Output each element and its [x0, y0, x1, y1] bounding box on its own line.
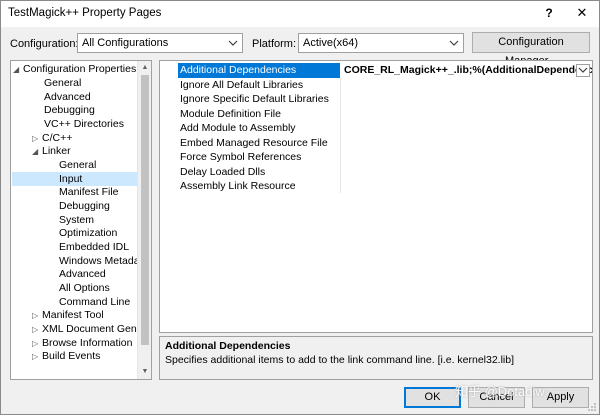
description-text: Specifies additional items to add to the… — [165, 354, 515, 366]
tree-item-linker-input[interactable]: Input — [12, 172, 138, 186]
tree-item-browse-information[interactable]: ▷ Browse Information — [32, 336, 132, 350]
grid-row[interactable]: Add Module to Assembly — [160, 121, 592, 136]
grid-row[interactable]: Delay Loaded Dlls — [160, 165, 592, 180]
scroll-up-icon[interactable]: ▲ — [138, 62, 151, 74]
configuration-value: All Configurations — [82, 37, 169, 49]
tree-item-all-options[interactable]: All Options — [59, 281, 110, 295]
grid-row[interactable]: Ignore All Default Libraries — [160, 78, 592, 93]
tree-item-linker[interactable]: ◢ Linker — [32, 144, 71, 158]
configuration-manager-button[interactable]: Configuration Manager... — [472, 32, 590, 67]
chevron-down-icon — [228, 40, 238, 46]
property-value[interactable] — [342, 92, 592, 107]
property-value[interactable] — [342, 121, 592, 136]
property-value[interactable]: CORE_RL_Magick++_.lib;%(AdditionalDepend… — [342, 63, 592, 78]
grid-row[interactable]: Force Symbol References — [160, 150, 592, 165]
expand-arrow-icon[interactable]: ▷ — [32, 350, 42, 364]
tree-item-command-line[interactable]: Command Line — [59, 295, 130, 309]
window-title: TestMagick++ Property Pages — [8, 7, 162, 19]
tree-item-linker-debugging[interactable]: Debugging — [59, 199, 110, 213]
title-bar: TestMagick++ Property Pages ? ✕ — [1, 1, 599, 27]
chevron-down-icon — [449, 40, 459, 46]
value-dropdown-button[interactable] — [576, 64, 590, 77]
property-tree: ◢ Configuration Properties General Advanc… — [10, 60, 152, 380]
tree-item-embedded-idl[interactable]: Embedded IDL — [59, 240, 129, 254]
property-name: Force Symbol References — [180, 151, 302, 163]
grid-row[interactable]: Ignore Specific Default Libraries — [160, 92, 592, 107]
configuration-label: Configuration: — [10, 38, 79, 50]
platform-label: Platform: — [252, 38, 297, 50]
grid-row[interactable]: Embed Managed Resource File — [160, 136, 592, 151]
description-title: Additional Dependencies — [165, 340, 291, 352]
property-value[interactable] — [342, 107, 592, 122]
tree-item-configuration-properties[interactable]: ◢ Configuration Properties — [13, 62, 136, 76]
tree-item-system[interactable]: System — [59, 213, 94, 227]
property-pages-dialog: TestMagick++ Property Pages ? ✕ Configur… — [0, 0, 600, 415]
tree-item-advanced[interactable]: Advanced — [44, 90, 91, 104]
property-name: Delay Loaded Dlls — [180, 165, 266, 178]
property-name: Additional Dependencies — [178, 63, 340, 78]
scrollbar-thumb[interactable] — [141, 75, 149, 345]
tree-item-cpp[interactable]: ▷ C/C++ — [32, 131, 72, 145]
property-name: Embed Managed Resource File — [180, 136, 328, 149]
close-button[interactable]: ✕ — [566, 1, 598, 27]
tree-item-linker-advanced[interactable]: Advanced — [59, 267, 106, 281]
configuration-dropdown[interactable]: All Configurations — [77, 33, 243, 53]
tree-item-linker-general[interactable]: General — [59, 158, 96, 172]
expand-arrow-icon[interactable]: ◢ — [13, 63, 23, 77]
column-divider — [340, 78, 341, 193]
tree-item-xml-document[interactable]: ▷ XML Document Genera — [32, 322, 151, 337]
property-value[interactable] — [342, 179, 592, 194]
property-name: Add Module to Assembly — [180, 122, 296, 134]
grid-row-additional-dependencies[interactable]: Additional Dependencies CORE_RL_Magick++… — [160, 63, 592, 78]
tree-scrollbar[interactable]: ▲ ▼ — [137, 61, 151, 379]
tree-item-vc-directories[interactable]: VC++ Directories — [44, 117, 124, 131]
platform-dropdown[interactable]: Active(x64) — [298, 33, 464, 53]
description-panel: Additional Dependencies Specifies additi… — [159, 336, 593, 380]
tree-item-debugging[interactable]: Debugging — [44, 103, 95, 117]
tree-item-manifest-file[interactable]: Manifest File — [59, 185, 119, 199]
platform-value: Active(x64) — [303, 37, 359, 49]
chevron-down-icon — [578, 67, 588, 73]
grid-row[interactable]: Module Definition File — [160, 107, 592, 122]
tree-item-optimization[interactable]: Optimization — [59, 226, 117, 240]
property-value[interactable] — [342, 165, 592, 180]
tree-item-windows-metadata[interactable]: Windows Metadata — [59, 254, 148, 268]
scroll-down-icon[interactable]: ▼ — [138, 366, 151, 378]
tree-item-general[interactable]: General — [44, 76, 81, 90]
help-button[interactable]: ? — [533, 1, 565, 27]
expand-arrow-icon[interactable]: ▷ — [32, 309, 42, 323]
property-value[interactable] — [342, 136, 592, 151]
property-name: Ignore Specific Default Libraries — [180, 93, 329, 105]
ok-button[interactable]: OK — [404, 387, 461, 408]
tree-item-build-events[interactable]: ▷ Build Events — [32, 349, 100, 363]
property-name: Module Definition File — [180, 107, 281, 120]
property-name: Assembly Link Resource — [180, 180, 296, 192]
property-name: Ignore All Default Libraries — [180, 78, 304, 91]
watermark-text: 知乎 @Dotadiw — [455, 384, 545, 399]
expand-arrow-icon[interactable]: ◢ — [32, 145, 42, 159]
property-value[interactable] — [342, 150, 592, 165]
property-value[interactable] — [342, 78, 592, 93]
resize-grip-icon[interactable] — [587, 402, 597, 412]
expand-arrow-icon[interactable]: ▷ — [32, 323, 42, 337]
property-grid: Additional Dependencies CORE_RL_Magick++… — [159, 60, 593, 333]
tree-item-manifest-tool[interactable]: ▷ Manifest Tool — [32, 308, 104, 322]
grid-row[interactable]: Assembly Link Resource — [160, 179, 592, 194]
